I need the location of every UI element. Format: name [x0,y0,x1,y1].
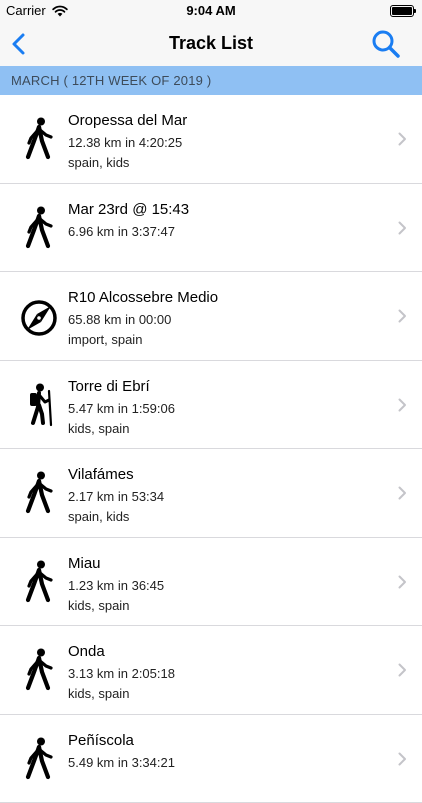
hiking-icon [20,383,60,429]
track-row[interactable]: Oropessa del Mar12.38 km in 4:20:25spain… [0,95,422,184]
status-right [390,5,414,17]
walking-icon [20,737,60,783]
chevron-right-icon [398,575,407,589]
track-tags: spain, kids [68,507,392,527]
navigation-bar: Track List [0,22,422,66]
battery-icon [390,5,414,17]
track-text: Mar 23rd @ 15:436.96 km in 3:37:47 [68,200,392,242]
track-distance-time: 5.47 km in 1:59:06 [68,399,392,419]
track-row[interactable]: Miau1.23 km in 36:45kids, spain [0,538,422,627]
walking-icon [20,117,60,163]
status-bar: Carrier 9:04 AM [0,0,422,22]
chevron-right-icon [398,486,407,500]
track-text: Peñíscola5.49 km in 3:34:21 [68,731,392,773]
track-distance-time: 6.96 km in 3:37:47 [68,222,392,242]
chevron-right-icon [398,398,407,412]
chevron-right-icon [398,752,407,766]
battery-level [392,7,412,15]
track-tags: kids, spain [68,684,392,704]
track-row[interactable]: Peñíscola5.49 km in 3:34:21 [0,715,422,803]
track-distance-time: 5.49 km in 3:34:21 [68,753,392,773]
track-row[interactable]: Onda3.13 km in 2:05:18kids, spain [0,626,422,715]
track-distance-time: 3.13 km in 2:05:18 [68,664,392,684]
track-name: Onda [68,642,392,662]
track-text: Oropessa del Mar12.38 km in 4:20:25spain… [68,111,392,173]
walking-icon [20,560,60,606]
track-row[interactable]: R10 Alcossebre Medio65.88 km in 00:00imp… [0,272,422,361]
search-icon [370,28,402,60]
track-distance-time: 1.23 km in 36:45 [68,576,392,596]
chevron-left-icon [6,30,34,58]
page-title: Track List [0,33,422,54]
track-tags: kids, spain [68,419,392,439]
chevron-right-icon [398,663,407,677]
status-time: 9:04 AM [0,3,422,18]
chevron-right-icon [398,309,407,323]
track-name: R10 Alcossebre Medio [68,288,392,308]
track-tags: kids, spain [68,596,392,616]
track-name: Vilafámes [68,465,392,485]
track-text: Vilafámes2.17 km in 53:34spain, kids [68,465,392,527]
track-name: Miau [68,554,392,574]
section-header: MARCH ( 12TH WEEK OF 2019 ) [0,66,422,95]
search-button[interactable] [370,28,402,60]
track-tags: import, spain [68,330,392,350]
track-tags: spain, kids [68,153,392,173]
walking-icon [20,206,60,252]
track-name: Torre di Ebrí [68,377,392,397]
compass-icon [20,294,60,340]
track-text: Torre di Ebrí5.47 km in 1:59:06kids, spa… [68,377,392,439]
track-name: Mar 23rd @ 15:43 [68,200,392,220]
chevron-right-icon [398,221,407,235]
walking-icon [20,648,60,694]
chevron-right-icon [398,132,407,146]
track-text: Miau1.23 km in 36:45kids, spain [68,554,392,616]
track-row[interactable]: Torre di Ebrí5.47 km in 1:59:06kids, spa… [0,361,422,450]
track-list: Oropessa del Mar12.38 km in 4:20:25spain… [0,95,422,803]
track-row[interactable]: Mar 23rd @ 15:436.96 km in 3:37:47 [0,184,422,273]
track-row[interactable]: Vilafámes2.17 km in 53:34spain, kids [0,449,422,538]
walking-icon [20,471,60,517]
track-distance-time: 2.17 km in 53:34 [68,487,392,507]
back-button[interactable] [6,30,34,58]
track-name: Peñíscola [68,731,392,751]
track-distance-time: 12.38 km in 4:20:25 [68,133,392,153]
track-distance-time: 65.88 km in 00:00 [68,310,392,330]
track-text: Onda3.13 km in 2:05:18kids, spain [68,642,392,704]
track-text: R10 Alcossebre Medio65.88 km in 00:00imp… [68,288,392,350]
track-name: Oropessa del Mar [68,111,392,131]
